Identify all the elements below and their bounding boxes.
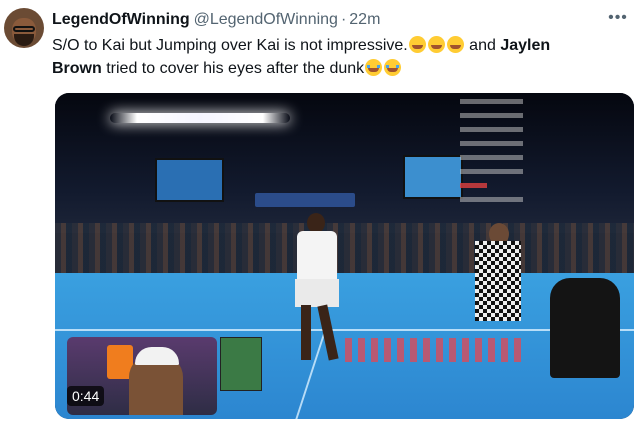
avatar-glasses (13, 26, 35, 32)
player-leg (301, 305, 311, 360)
mascot-figure (475, 223, 525, 353)
tweet-text-part-1: S/O to Kai but Jumping over Kai is not i… (52, 37, 408, 54)
laughing-emoji-icon (408, 36, 426, 53)
tweet-video[interactable]: 0:44 (55, 93, 634, 419)
tweet-text-part-3: tried to cover his eyes after the dunk (101, 60, 365, 77)
player-shorts (295, 279, 339, 307)
laughing-emoji-icon (446, 36, 464, 53)
overlay-thumbnail (220, 337, 262, 391)
player-figure (287, 213, 347, 363)
laughing-emoji-icon (427, 36, 445, 53)
chat-line (460, 113, 523, 118)
jumbotron-screen (403, 155, 463, 199)
chat-line (460, 127, 523, 132)
arena-banner (255, 193, 355, 207)
seated-person (550, 278, 620, 378)
jumbotron-screen (155, 158, 224, 202)
avatar-beard (14, 34, 34, 46)
tweet-timestamp[interactable]: 22m (349, 11, 380, 29)
streamer-cap (135, 347, 179, 365)
author-name[interactable]: LegendOfWinning (52, 11, 190, 29)
chat-line (460, 155, 523, 160)
chat-line (460, 183, 487, 188)
author-avatar[interactable] (4, 8, 44, 48)
crying-emoji-icon (365, 59, 383, 76)
video-timestamp: 0:44 (67, 386, 105, 406)
chat-line (460, 99, 523, 104)
tweet-header: LegendOfWinning @LegendOfWinning · 22m (52, 9, 380, 31)
more-options-icon[interactable]: ••• (606, 8, 630, 28)
arena-lights (110, 113, 290, 123)
player-leg (317, 304, 339, 361)
mascot-coat (475, 241, 521, 321)
crying-emoji-icon (384, 59, 402, 76)
tweet-bold-name-2: Brown (52, 60, 102, 77)
tweet-text-part-2: and (464, 37, 501, 54)
tweet-bold-name-1: Jaylen (500, 37, 551, 54)
chat-line (460, 169, 523, 174)
player-head (307, 213, 325, 233)
author-handle[interactable]: @LegendOfWinning (194, 11, 338, 29)
chat-line (460, 141, 523, 146)
header-separator: · (340, 11, 347, 28)
player-jersey (297, 231, 337, 281)
tweet-text: S/O to Kai but Jumping over Kai is not i… (52, 34, 622, 80)
chat-line (460, 197, 523, 202)
stream-chat-overlay (460, 95, 550, 220)
